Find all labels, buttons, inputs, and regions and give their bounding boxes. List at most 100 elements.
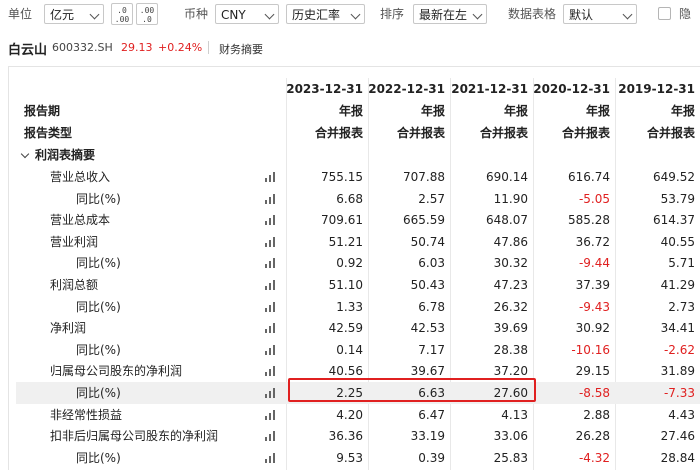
report-period-label: 报告期: [24, 104, 61, 118]
bar-chart-icon[interactable]: [265, 388, 277, 398]
report-kind: 年报: [420, 104, 445, 118]
table-row: 同比(%) 6.68 2.57 11.90 -5.05 53.79: [16, 188, 700, 210]
value-cell: 27.46: [660, 429, 695, 444]
bar-chart-icon[interactable]: [265, 193, 277, 204]
value-cell: -8.58: [578, 386, 610, 400]
table-row: 营业总收入 755.15 707.88 690.14 616.74 649.52: [16, 166, 700, 188]
rate-select[interactable]: 历史汇率: [286, 4, 365, 24]
currency-label: 币种: [184, 7, 209, 21]
value-cell: 29.15: [575, 364, 610, 379]
report-kind: 年报: [338, 104, 363, 118]
financial-table: 2023-12-31 2022-12-31 2021-12-31 2020-12…: [16, 78, 700, 470]
row-label: 营业总成本: [50, 213, 111, 228]
bar-chart-icon[interactable]: [265, 366, 277, 377]
value-cell: 26.28: [575, 429, 610, 444]
value-cell: 5.71: [668, 256, 695, 271]
bar-chart-icon[interactable]: [265, 172, 277, 182]
value-cell: 6.47: [418, 407, 445, 422]
report-type: 合并报表: [646, 126, 695, 140]
value-cell: 50.74: [410, 234, 445, 249]
table-row: 营业总成本 709.61 665.59 648.07 585.28 614.37: [16, 209, 700, 231]
row-label: 同比(%): [76, 450, 121, 465]
period-header[interactable]: 2022-12-31: [368, 78, 450, 100]
report-kind: 年报: [503, 104, 528, 118]
value-cell: 6.78: [418, 299, 445, 314]
period-header[interactable]: 2019-12-31: [615, 78, 700, 100]
row-label: 营业利润: [50, 234, 99, 249]
bar-chart-icon[interactable]: [265, 280, 277, 290]
chevron-down-icon: [472, 9, 483, 20]
value-cell: -9.44: [578, 256, 610, 271]
value-cell: 9.53: [336, 450, 363, 465]
bar-chart-icon[interactable]: [265, 236, 277, 247]
bar-chart-icon[interactable]: [265, 258, 277, 269]
bar-chart-icon[interactable]: [265, 452, 277, 463]
table-row: 同比(%) 0.92 6.03 30.32 -9.44 5.71: [16, 252, 700, 274]
bar-chart-icon[interactable]: [265, 409, 277, 420]
value-cell: 6.03: [418, 256, 445, 271]
value-cell: 28.84: [660, 450, 695, 465]
table-row: 利润总额 51.10 50.43 47.23 37.39 41.29: [16, 274, 700, 296]
currency-select-value: CNY: [221, 8, 246, 22]
header-type-row: 报告类型 合并报表 合并报表 合并报表 合并报表 合并报表: [16, 122, 700, 144]
bar-chart-icon[interactable]: [265, 301, 277, 312]
value-cell: 755.15: [321, 170, 363, 184]
value-cell: 6.68: [336, 191, 363, 206]
sort-label: 排序: [380, 7, 405, 21]
highlight-box: [288, 378, 536, 402]
value-cell: -7.33: [663, 386, 695, 400]
row-label: 同比(%): [76, 256, 121, 271]
value-cell: 37.39: [575, 278, 610, 292]
table-select-value: 默认: [569, 8, 594, 22]
bar-chart-icon[interactable]: [265, 344, 277, 355]
stock-code: 600332.SH: [52, 41, 113, 54]
table-row: 营业利润 51.21 50.74 47.86 36.72 40.55: [16, 231, 700, 253]
value-cell: 0.14: [336, 342, 363, 357]
hide-checkbox[interactable]: [658, 7, 671, 20]
unit-select[interactable]: 亿元: [44, 4, 104, 24]
bar-chart-icon[interactable]: [265, 215, 277, 226]
table-row: 非经常性损益 4.20 6.47 4.13 2.88 4.43: [16, 404, 700, 426]
value-cell: 36.36: [328, 429, 363, 444]
value-cell: 649.52: [653, 170, 695, 184]
value-cell: 53.79: [660, 191, 695, 206]
value-cell: 33.19: [410, 429, 445, 444]
period-header[interactable]: 2021-12-31: [450, 78, 533, 100]
bar-chart-icon[interactable]: [265, 323, 277, 334]
tab-financial-summary[interactable]: 财务摘要: [219, 41, 263, 57]
stock-bar: 白云山 600332.SH 29.13 +0.24% 财务摘要: [0, 34, 700, 60]
value-cell: 25.83: [493, 450, 528, 465]
value-cell: 11.90: [493, 191, 528, 206]
report-type: 合并报表: [396, 126, 445, 140]
toolbar: 单位 亿元 .0.00 .00.0 币种 CNY 历史汇率 排序 最新在左 数据…: [0, 0, 700, 28]
value-cell: 707.88: [403, 170, 445, 184]
value-cell: 47.86: [493, 234, 528, 249]
value-cell: 41.29: [660, 278, 695, 292]
report-type: 合并报表: [561, 126, 610, 140]
value-cell: 42.59: [328, 321, 363, 336]
value-cell: 2.88: [583, 407, 610, 422]
value-cell: 648.07: [486, 213, 528, 228]
chevron-down-icon[interactable]: [20, 149, 30, 159]
value-cell: 0.39: [418, 450, 445, 465]
value-cell: 690.14: [486, 170, 528, 184]
value-cell: 30.92: [575, 321, 610, 336]
report-type-label: 报告类型: [24, 126, 73, 140]
value-cell: 36.72: [575, 234, 610, 249]
sort-select[interactable]: 最新在左: [413, 4, 487, 24]
table-label: 数据表格: [508, 7, 557, 21]
value-cell: 40.55: [660, 234, 695, 249]
decimal-decrease-icon[interactable]: .00.0: [136, 3, 158, 25]
bar-chart-icon[interactable]: [265, 431, 277, 442]
section-header-income[interactable]: 利润表摘要: [16, 144, 700, 166]
report-type: 合并报表: [314, 126, 363, 140]
table-select[interactable]: 默认: [563, 4, 637, 24]
row-label: 归属母公司股东的净利润: [50, 364, 183, 379]
decimal-increase-icon[interactable]: .0.00: [111, 3, 133, 25]
currency-select[interactable]: CNY: [215, 4, 279, 24]
value-cell: -2.62: [663, 342, 695, 357]
period-header[interactable]: 2020-12-31: [533, 78, 615, 100]
value-cell: -10.16: [571, 342, 610, 357]
value-cell: 4.13: [501, 407, 528, 422]
period-header[interactable]: 2023-12-31: [286, 78, 368, 100]
